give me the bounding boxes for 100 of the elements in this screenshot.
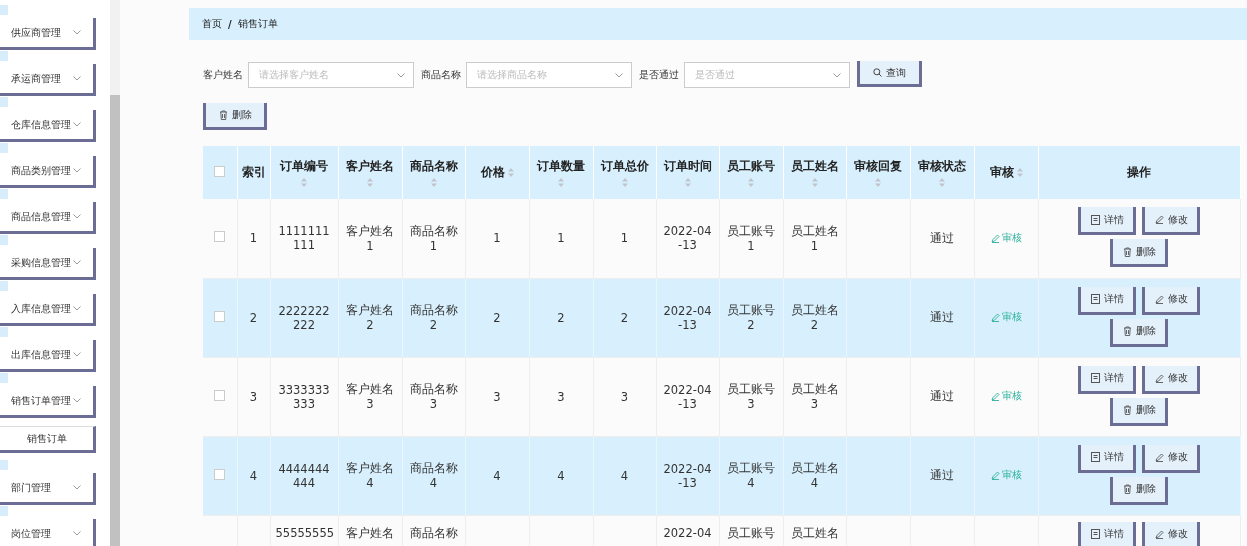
chevron-down-icon xyxy=(833,72,841,78)
filter-label: 客户姓名 xyxy=(203,68,243,82)
marker-icon xyxy=(0,189,8,199)
sort-icon[interactable] xyxy=(367,178,373,187)
details-button[interactable]: 详情 xyxy=(1078,365,1136,394)
chevron-down-icon xyxy=(615,72,623,78)
marker-icon xyxy=(0,281,8,291)
table-cell-text: 员工账号4 xyxy=(727,461,775,490)
sort-icon[interactable] xyxy=(1016,168,1023,177)
chevron-down-icon xyxy=(73,485,81,490)
pencil-icon xyxy=(990,233,1000,243)
table-cell-text: 1111111111 xyxy=(278,224,330,253)
document-icon xyxy=(1090,452,1100,462)
trash-icon xyxy=(1122,484,1132,494)
filter-label: 商品名称 xyxy=(421,68,461,82)
details-button[interactable]: 详情 xyxy=(1078,207,1136,235)
delete-button[interactable]: 删除 xyxy=(1110,239,1168,267)
edit-button[interactable]: 修改 xyxy=(1142,286,1200,315)
sort-icon[interactable] xyxy=(875,178,881,187)
table-cell-text: 2022-04 xyxy=(663,525,712,540)
delete-button[interactable]: 删除 xyxy=(1110,397,1168,426)
document-icon xyxy=(1090,529,1100,539)
breadcrumb-link[interactable]: 销售订单 xyxy=(237,17,278,31)
delete-button[interactable]: 删除 xyxy=(203,103,267,130)
table-cell-text: 2 xyxy=(620,310,629,325)
sort-icon[interactable] xyxy=(507,168,514,177)
sort-icon[interactable] xyxy=(748,178,754,187)
column-header: 订单时间 xyxy=(663,159,712,173)
table-cell-text: 3 xyxy=(249,389,258,404)
table-cell-text: 4 xyxy=(557,468,565,483)
sort-icon[interactable] xyxy=(939,178,945,187)
column-header: 订单总价 xyxy=(600,159,649,173)
table-cell-text: 3333333333 xyxy=(278,382,330,411)
breadcrumb-separator: / xyxy=(228,18,232,30)
table-cell-text: 2 xyxy=(249,310,258,325)
edit-button[interactable]: 修改 xyxy=(1142,444,1200,473)
marker-icon xyxy=(0,373,8,383)
checkbox[interactable] xyxy=(214,468,226,480)
checkbox[interactable] xyxy=(214,165,226,177)
sort-icon[interactable] xyxy=(558,178,564,187)
column-header: 操作 xyxy=(1127,165,1151,179)
column-header: 索引 xyxy=(241,165,266,179)
table-cell-text: 客户姓名 xyxy=(346,525,394,540)
search-button[interactable]: 查询 xyxy=(857,61,922,87)
sort-icon[interactable] xyxy=(621,178,628,187)
trash-icon xyxy=(218,110,228,120)
marker-icon xyxy=(0,143,8,153)
column-header: 审核状态 xyxy=(918,159,966,173)
marker-icon xyxy=(0,506,8,516)
delete-button[interactable]: 删除 xyxy=(1110,476,1168,505)
sort-icon[interactable] xyxy=(811,178,818,187)
column-header: 审核 xyxy=(989,165,1014,179)
chevron-down-icon xyxy=(73,76,81,81)
chevron-down-icon xyxy=(73,122,81,127)
edit-button[interactable]: 修改 xyxy=(1142,521,1200,546)
table-cell-text: 通过 xyxy=(930,389,954,403)
table-cell-text: 员工姓名2 xyxy=(790,303,839,332)
table-cell-text: 2222222222 xyxy=(278,303,330,332)
table-cell-text: 员工账号3 xyxy=(727,382,775,411)
table-cell-text: 3 xyxy=(620,389,629,404)
marker-icon xyxy=(0,51,8,61)
details-button[interactable]: 详情 xyxy=(1078,444,1136,473)
scrollbar-thumb[interactable] xyxy=(110,95,120,546)
edit-button[interactable]: 修改 xyxy=(1142,365,1200,394)
delete-button[interactable]: 删除 xyxy=(1110,318,1168,347)
checkbox[interactable] xyxy=(214,310,226,322)
column-header: 订单数量 xyxy=(537,159,585,173)
sort-icon[interactable] xyxy=(684,178,691,187)
edit-button[interactable]: 修改 xyxy=(1142,207,1200,235)
table-cell-text: 员工姓名 xyxy=(790,525,839,540)
column-header: 员工账号 xyxy=(727,159,775,173)
table-cell-text: 员工姓名1 xyxy=(790,223,839,253)
table-cell-text: 商品名称2 xyxy=(409,303,458,332)
document-icon xyxy=(1090,373,1100,383)
column-header: 订单编号 xyxy=(280,159,328,173)
sort-icon[interactable] xyxy=(301,178,307,187)
pencil-icon xyxy=(1154,452,1164,462)
details-button[interactable]: 详情 xyxy=(1078,521,1136,546)
checkbox[interactable] xyxy=(214,231,226,243)
checkbox[interactable] xyxy=(214,389,226,401)
trash-icon xyxy=(1122,405,1132,415)
table-cell-text: 2022-04-13 xyxy=(663,382,712,411)
table-cell-text: 员工姓名3 xyxy=(790,382,839,411)
column-header: 员工姓名 xyxy=(790,159,839,173)
pencil-icon xyxy=(990,312,1000,322)
table-cell-text: 1 xyxy=(620,231,629,246)
sort-icon[interactable] xyxy=(430,178,437,187)
table-cell-text: 2022-04-13 xyxy=(663,461,712,490)
pencil-icon xyxy=(990,391,1000,401)
details-button[interactable]: 详情 xyxy=(1078,286,1136,315)
marker-icon xyxy=(0,235,8,245)
trash-icon xyxy=(1122,246,1132,257)
table-cell-text: 商品名称1 xyxy=(409,223,458,253)
table-cell-text: 商品名称4 xyxy=(409,461,458,490)
chevron-down-icon xyxy=(73,30,81,35)
breadcrumb-link[interactable]: 首页 xyxy=(202,17,222,31)
table-cell-text: 1 xyxy=(557,231,565,246)
table-cell-text: 员工账号1 xyxy=(727,223,775,253)
document-icon xyxy=(1090,294,1100,304)
sidebar-subitem[interactable]: 销售订单 xyxy=(0,426,96,453)
